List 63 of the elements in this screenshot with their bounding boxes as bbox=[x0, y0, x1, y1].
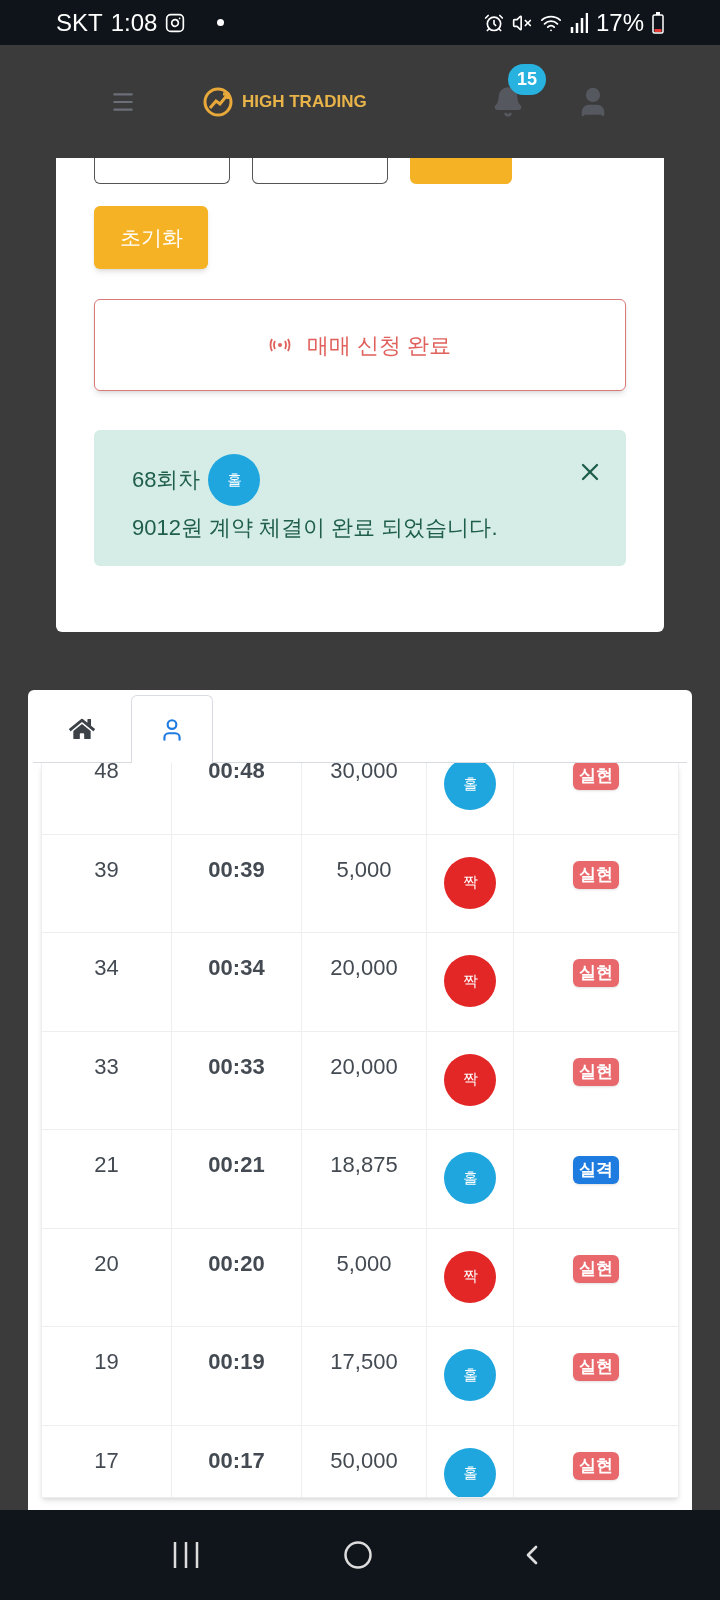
round-cell-text: 33 bbox=[94, 1052, 119, 1081]
round-cell-text: 34 bbox=[94, 954, 119, 982]
round-cell-text: 48 bbox=[94, 763, 119, 785]
pick-badge: 홀 bbox=[444, 1447, 496, 1497]
logo-text: HIGH TRADING bbox=[242, 90, 367, 113]
time-cell-text: 00:39 bbox=[208, 855, 265, 884]
result-badge: 실현 bbox=[573, 959, 619, 987]
alarm-icon bbox=[483, 12, 504, 33]
pick-badge: 짝 bbox=[444, 856, 496, 909]
input-field[interactable] bbox=[94, 158, 230, 184]
instagram-icon bbox=[165, 12, 186, 33]
status-button[interactable]: 매매 신청 완료 bbox=[94, 299, 626, 391]
result-badge: 실현 bbox=[573, 763, 619, 790]
alert-round: 68회차 bbox=[132, 466, 201, 494]
amount-cell-text: 18,875 bbox=[330, 1151, 398, 1179]
home-icon bbox=[69, 716, 95, 742]
amount-cell-text: 30,000 bbox=[330, 763, 398, 785]
amount-cell-text: 20,000 bbox=[330, 954, 398, 982]
round-cell-text: 20 bbox=[94, 1249, 119, 1278]
time-cell-text: 00:33 bbox=[208, 1052, 265, 1081]
clock: 1:08 bbox=[110, 7, 158, 38]
round-cell-text: 19 bbox=[94, 1348, 119, 1376]
carrier: SKT bbox=[56, 7, 103, 38]
alert-message: 9012원 계약 체결이 완료 되었습니다. bbox=[132, 514, 498, 542]
reset-button[interactable]: 초기화 bbox=[94, 206, 208, 269]
result-badge: 실현 bbox=[573, 1057, 619, 1086]
pick-badge: 홀 bbox=[444, 1152, 496, 1204]
result-badge: 실현 bbox=[573, 1254, 619, 1283]
round-cell-text: 21 bbox=[94, 1151, 119, 1179]
result-badge: 실현 bbox=[573, 1353, 619, 1381]
logo-icon bbox=[202, 85, 234, 118]
pick-badge: 짝 bbox=[444, 955, 496, 1007]
notification-count: 15 bbox=[507, 63, 546, 95]
amount-cell-text: 5,000 bbox=[336, 855, 392, 884]
battery-level: 17% bbox=[595, 7, 644, 38]
result-badge: 실현 bbox=[573, 860, 619, 889]
time-cell-text: 00:21 bbox=[208, 1151, 265, 1179]
amount-cell-text: 20,000 bbox=[330, 1052, 398, 1081]
pick-badge: 짝 bbox=[444, 1053, 496, 1106]
pick-badge: 홀 bbox=[208, 454, 261, 506]
battery-icon bbox=[652, 11, 664, 34]
mute-icon bbox=[511, 12, 532, 33]
time-cell-text: 00:48 bbox=[208, 763, 265, 785]
time-cell-text: 00:19 bbox=[208, 1348, 265, 1376]
home-button-icon[interactable] bbox=[343, 1540, 373, 1570]
amount-cell-text: 17,500 bbox=[330, 1348, 398, 1376]
time-cell-text: 00:17 bbox=[208, 1446, 265, 1475]
signal-icon bbox=[569, 12, 588, 33]
input-field[interactable] bbox=[252, 158, 388, 184]
round-cell-text: 39 bbox=[94, 855, 119, 884]
result-badge: 실격 bbox=[573, 1156, 619, 1184]
broadcast-icon bbox=[268, 338, 291, 352]
amount-cell-text: 5,000 bbox=[336, 1249, 392, 1278]
time-cell-text: 00:34 bbox=[208, 954, 265, 982]
result-badge: 실현 bbox=[573, 1451, 619, 1480]
pick-badge: 홀 bbox=[444, 763, 496, 810]
round-cell-text: 17 bbox=[94, 1446, 119, 1475]
pick-badge: 짝 bbox=[444, 1250, 496, 1303]
time-cell-text: 00:20 bbox=[208, 1249, 265, 1278]
bell-icon[interactable] bbox=[492, 85, 524, 118]
pick-badge: 홀 bbox=[444, 1349, 496, 1401]
amount-cell-text: 50,000 bbox=[330, 1446, 398, 1475]
recents-icon[interactable] bbox=[171, 1542, 200, 1568]
